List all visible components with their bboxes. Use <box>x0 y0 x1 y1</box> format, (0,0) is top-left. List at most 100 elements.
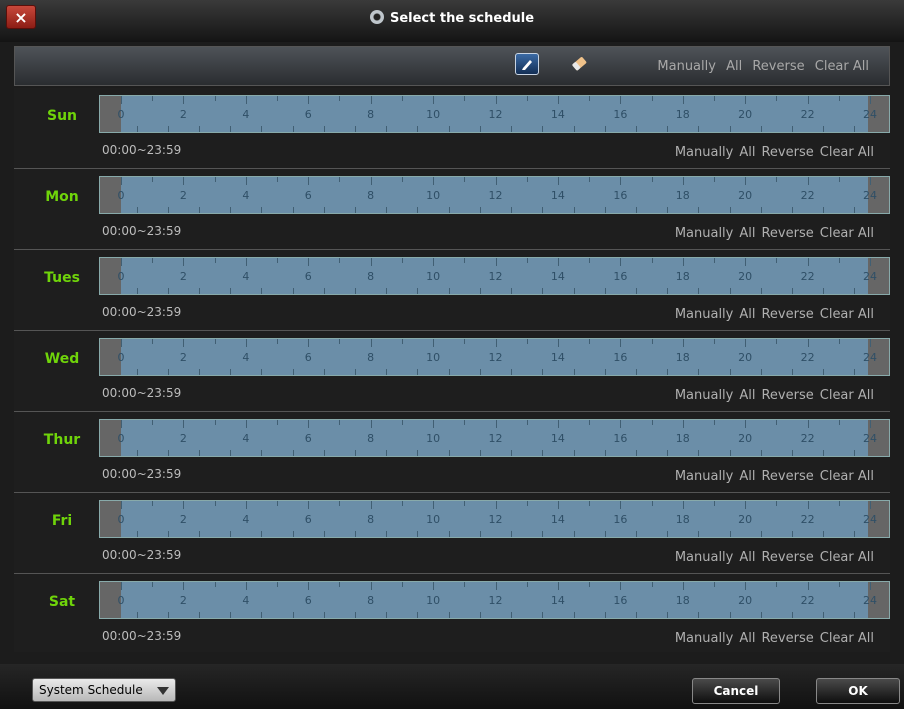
time-range: 00:00~23:59 <box>102 467 182 481</box>
hour-tick-label: 20 <box>738 189 753 202</box>
manually-link[interactable]: Manually <box>675 145 734 160</box>
tick-mark <box>355 612 357 618</box>
tick-mark <box>776 582 778 587</box>
tick-mark <box>152 96 154 101</box>
tick-mark <box>292 612 294 618</box>
tick-mark <box>199 207 201 213</box>
clear-all-link[interactable]: Clear All <box>820 388 874 403</box>
tick-mark <box>136 126 138 132</box>
reverse-link[interactable]: Reverse <box>761 631 813 646</box>
tick-mark <box>729 288 731 294</box>
day-row: Sat 0 2 4 6 8 10 12 14 16 18 20 22 24 00:00~23:59 Manua… <box>14 574 890 652</box>
all-link[interactable]: All <box>739 469 755 484</box>
hour-tick-label: 12 <box>488 351 503 364</box>
pencil-tool-button[interactable] <box>515 53 539 75</box>
tick-mark <box>745 258 747 266</box>
tick-mark <box>370 582 372 590</box>
timeline-bar[interactable]: 0 2 4 6 8 10 12 14 16 18 20 22 24 <box>99 338 890 376</box>
hour-tick-label: 8 <box>367 513 375 526</box>
tick-mark <box>401 177 403 182</box>
tick-mark <box>573 531 575 537</box>
hour-tick-label: 18 <box>675 432 690 445</box>
tick-mark <box>339 96 341 101</box>
tick-mark <box>308 339 310 347</box>
reverse-link[interactable]: Reverse <box>761 307 813 322</box>
tick-mark <box>370 177 372 185</box>
tick-mark <box>698 369 700 375</box>
tick-mark <box>433 420 435 428</box>
manually-link[interactable]: Manually <box>675 388 734 403</box>
toolbar-clear-all-link[interactable]: Clear All <box>815 59 869 74</box>
tick-mark <box>511 450 513 456</box>
reverse-link[interactable]: Reverse <box>761 145 813 160</box>
timeline-bar[interactable]: 0 2 4 6 8 10 12 14 16 18 20 22 24 <box>99 257 890 295</box>
manually-link[interactable]: Manually <box>675 550 734 565</box>
tick-mark <box>386 126 388 132</box>
tick-mark <box>199 612 201 618</box>
all-link[interactable]: All <box>739 631 755 646</box>
tick-mark <box>417 288 419 294</box>
all-link[interactable]: All <box>739 550 755 565</box>
toolbar-all-link[interactable]: All <box>726 59 742 74</box>
cancel-button[interactable]: Cancel <box>692 678 780 704</box>
manually-link[interactable]: Manually <box>675 226 734 241</box>
eraser-tool-button[interactable] <box>568 55 590 75</box>
tick-mark <box>511 288 513 294</box>
tick-mark <box>635 288 637 294</box>
all-link[interactable]: All <box>739 145 755 160</box>
manually-link[interactable]: Manually <box>675 307 734 322</box>
tick-mark <box>261 126 263 132</box>
tick-mark <box>838 177 840 182</box>
tick-mark <box>729 369 731 375</box>
toolbar-reverse-link[interactable]: Reverse <box>752 59 804 74</box>
all-link[interactable]: All <box>739 388 755 403</box>
clear-all-link[interactable]: Clear All <box>820 145 874 160</box>
manually-link[interactable]: Manually <box>675 469 734 484</box>
clear-all-link[interactable]: Clear All <box>820 469 874 484</box>
tick-mark <box>230 207 232 213</box>
all-link[interactable]: All <box>739 307 755 322</box>
manually-link[interactable]: Manually <box>675 631 734 646</box>
tick-mark <box>277 420 279 425</box>
timeline-bar[interactable]: 0 2 4 6 8 10 12 14 16 18 20 22 24 <box>99 95 890 133</box>
hour-tick-label: 14 <box>550 108 565 121</box>
all-link[interactable]: All <box>739 226 755 241</box>
tick-mark <box>464 339 466 344</box>
tick-mark <box>495 501 497 509</box>
hour-tick-label: 18 <box>675 594 690 607</box>
hour-tick-label: 24 <box>863 108 877 121</box>
tick-mark <box>339 339 341 344</box>
clear-all-link[interactable]: Clear All <box>820 226 874 241</box>
tick-mark <box>152 501 154 506</box>
tick-mark <box>230 288 232 294</box>
system-schedule-dropdown[interactable]: System Schedule <box>32 678 176 702</box>
timeline-bar[interactable]: 0 2 4 6 8 10 12 14 16 18 20 22 24 <box>99 176 890 214</box>
clear-all-link[interactable]: Clear All <box>820 631 874 646</box>
tick-mark <box>261 369 263 375</box>
reverse-link[interactable]: Reverse <box>761 469 813 484</box>
day-row: Thur 0 2 4 6 8 10 12 14 16 18 20 22 24 00:00~23:59 Manu… <box>14 412 890 493</box>
timeline-bar[interactable]: 0 2 4 6 8 10 12 14 16 18 20 22 24 <box>99 500 890 538</box>
clear-all-link[interactable]: Clear All <box>820 550 874 565</box>
tick-mark <box>682 177 684 185</box>
reverse-link[interactable]: Reverse <box>761 550 813 565</box>
hour-tick-label: 0 <box>117 432 125 445</box>
ok-button[interactable]: OK <box>816 678 900 704</box>
tick-mark <box>542 207 544 213</box>
toolbar-manually-link[interactable]: Manually <box>657 59 716 74</box>
timeline-bar[interactable]: 0 2 4 6 8 10 12 14 16 18 20 22 24 <box>99 581 890 619</box>
hour-tick-label: 6 <box>304 270 312 283</box>
row-links: Manually All Reverse Clear All <box>675 388 874 403</box>
reverse-link[interactable]: Reverse <box>761 226 813 241</box>
timeline-bar[interactable]: 0 2 4 6 8 10 12 14 16 18 20 22 24 <box>99 419 890 457</box>
clear-all-link[interactable]: Clear All <box>820 307 874 322</box>
tick-mark <box>713 258 715 263</box>
tick-mark <box>542 126 544 132</box>
hour-tick-label: 14 <box>550 189 565 202</box>
reverse-link[interactable]: Reverse <box>761 388 813 403</box>
tick-mark <box>292 369 294 375</box>
tick-mark <box>791 612 793 618</box>
tick-mark <box>511 126 513 132</box>
tick-mark <box>604 126 606 132</box>
tick-mark <box>729 207 731 213</box>
